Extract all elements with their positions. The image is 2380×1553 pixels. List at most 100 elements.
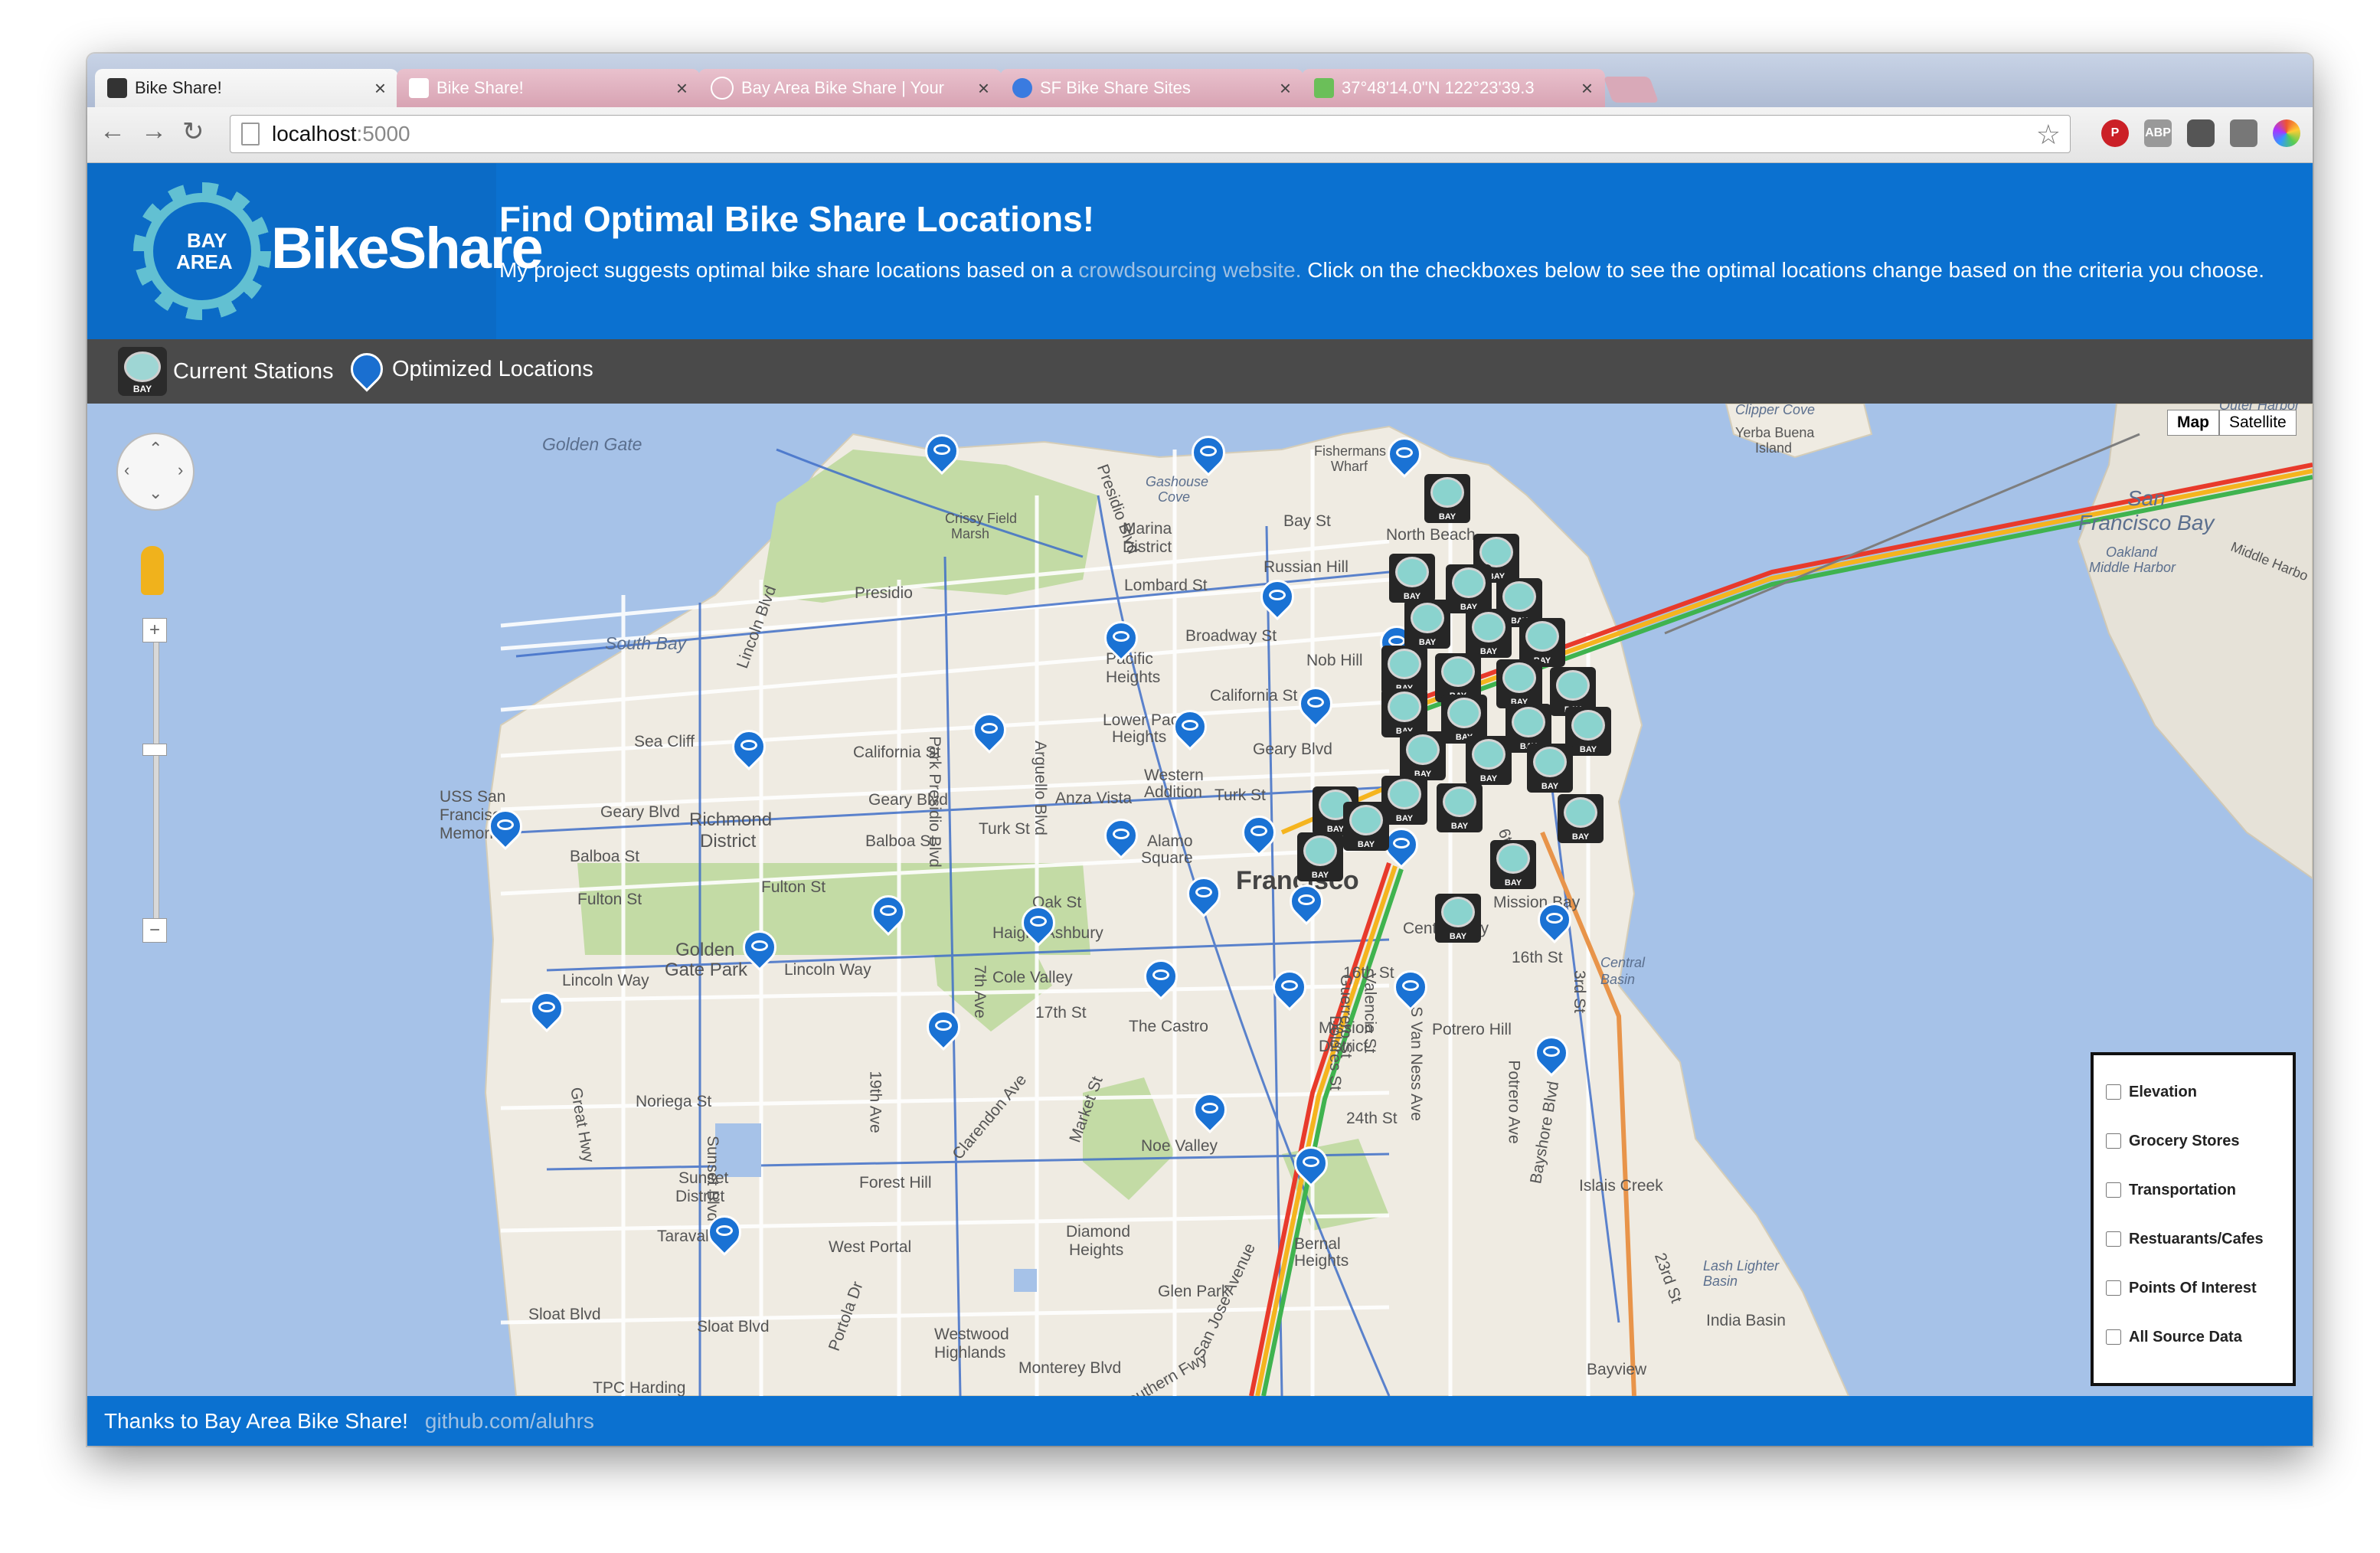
- close-icon[interactable]: ×: [1280, 77, 1291, 100]
- optimized-location-pin[interactable]: [732, 730, 769, 767]
- optimized-location-pin[interactable]: [1173, 710, 1210, 747]
- zoom-out-button[interactable]: −: [142, 918, 167, 943]
- color-wheel-icon[interactable]: [2273, 119, 2300, 147]
- github-link[interactable]: github.com/aluhrs: [425, 1409, 594, 1434]
- tab-bike-share-2[interactable]: Bike Share! ×: [397, 69, 700, 107]
- optimized-location-pin[interactable]: [1192, 436, 1228, 472]
- reload-icon[interactable]: ↻: [182, 116, 204, 147]
- transportation-label[interactable]: Transportation: [2129, 1182, 2236, 1199]
- bookmark-star-icon[interactable]: ☆: [2036, 119, 2061, 151]
- all-source-data-label[interactable]: All Source Data: [2129, 1329, 2242, 1346]
- optimized-location-pin[interactable]: [1104, 819, 1141, 855]
- map-type-satellite-button[interactable]: Satellite: [2219, 410, 2297, 436]
- tab-google-maps-coords[interactable]: 37°48'14.0"N 122°23'39.3 ×: [1302, 69, 1605, 107]
- current-station-marker[interactable]: [1400, 731, 1446, 780]
- elevation-label[interactable]: Elevation: [2129, 1084, 2197, 1101]
- optimized-location-pin[interactable]: [973, 713, 1009, 750]
- optimized-location-pin[interactable]: [1290, 884, 1326, 921]
- optimized-location-pin[interactable]: [1260, 580, 1297, 616]
- optimized-location-pin[interactable]: [925, 434, 962, 471]
- all-source-data-checkbox[interactable]: [2106, 1329, 2121, 1345]
- tab-bike-share-1[interactable]: Bike Share! ×: [95, 69, 398, 107]
- transportation-checkbox[interactable]: [2106, 1182, 2121, 1198]
- optimized-location-pin[interactable]: [1187, 877, 1224, 914]
- grocery-stores-label[interactable]: Grocery Stores: [2129, 1133, 2240, 1150]
- close-icon[interactable]: ×: [374, 77, 386, 100]
- evernote-icon[interactable]: [2187, 119, 2215, 147]
- current-station-marker[interactable]: [1466, 609, 1512, 658]
- map-type-map-button[interactable]: Map: [2167, 410, 2219, 436]
- adblock-icon[interactable]: ABP: [2144, 119, 2172, 147]
- optimized-location-pin[interactable]: [871, 895, 908, 932]
- current-station-marker[interactable]: [1490, 840, 1536, 889]
- optimized-location-pin[interactable]: [1104, 621, 1141, 658]
- optimized-location-pin[interactable]: [530, 992, 567, 1028]
- pan-left-icon[interactable]: ‹: [124, 460, 129, 480]
- optimized-location-pin[interactable]: [1385, 828, 1421, 865]
- new-tab-button[interactable]: [1603, 77, 1659, 103]
- crowdsourcing-link[interactable]: crowdsourcing website.: [1078, 258, 1301, 282]
- current-station-marker[interactable]: [1389, 554, 1435, 603]
- points-of-interest-checkbox[interactable]: [2106, 1280, 2121, 1296]
- optimized-location-pin[interactable]: [1242, 816, 1279, 852]
- optimized-location-pin[interactable]: [1388, 437, 1424, 474]
- forward-icon[interactable]: →: [141, 116, 167, 146]
- label-nob-hill: Nob Hill: [1306, 652, 1363, 669]
- close-icon[interactable]: ×: [978, 77, 989, 100]
- optimized-location-pin[interactable]: [1022, 906, 1058, 943]
- pan-up-icon[interactable]: ⌃: [149, 439, 162, 459]
- optimized-location-pin[interactable]: [1144, 960, 1181, 996]
- loading-icon: [711, 77, 734, 100]
- current-station-marker[interactable]: [1435, 894, 1481, 943]
- zoom-slider-handle[interactable]: [142, 744, 167, 756]
- optimized-location-pin[interactable]: [1538, 903, 1574, 940]
- label-lash-1: Lash Lighter: [1703, 1258, 1780, 1273]
- current-station-marker[interactable]: [1404, 600, 1450, 649]
- optimized-location-pin[interactable]: [1294, 1146, 1331, 1183]
- tab-sf-bike-share-sites[interactable]: SF Bike Share Sites ×: [1000, 69, 1303, 107]
- optimized-location-pin[interactable]: [1193, 1093, 1230, 1130]
- current-station-marker[interactable]: [1343, 802, 1389, 851]
- current-station-marker[interactable]: [1446, 564, 1492, 613]
- grocery-stores-checkbox[interactable]: [2106, 1133, 2121, 1149]
- pan-control[interactable]: ⌃ ⌄ ‹ ›: [116, 433, 195, 511]
- wrench-icon[interactable]: [2230, 119, 2257, 147]
- restaurants-cafes-label[interactable]: Restuarants/Cafes: [2129, 1231, 2264, 1248]
- restaurants-cafes-checkbox[interactable]: [2106, 1231, 2121, 1247]
- street-view-pegman-icon[interactable]: [141, 546, 164, 595]
- optimized-location-pin[interactable]: [1273, 970, 1309, 1007]
- current-station-marker[interactable]: [1424, 474, 1470, 523]
- footer-thanks: Thanks to Bay Area Bike Share!: [104, 1408, 408, 1433]
- close-icon[interactable]: ×: [1581, 77, 1593, 100]
- map[interactable]: Golden Gate South Bay Sea Cliff USS San …: [87, 404, 2313, 1396]
- address-bar[interactable]: localhost :5000 ☆: [230, 115, 2071, 153]
- pinterest-icon[interactable]: P: [2101, 119, 2129, 147]
- label-gashouse-1: Gashouse: [1146, 474, 1209, 489]
- current-station-marker[interactable]: [1381, 646, 1427, 695]
- optimized-location-pin[interactable]: [489, 809, 525, 846]
- current-station-marker[interactable]: [1437, 783, 1483, 832]
- label-forest-hill: Forest Hill: [859, 1174, 932, 1192]
- optimized-location-pin[interactable]: [927, 1010, 963, 1047]
- current-station-marker[interactable]: [1558, 794, 1604, 843]
- points-of-interest-label[interactable]: Points Of Interest: [2129, 1280, 2257, 1297]
- pan-right-icon[interactable]: ›: [178, 460, 183, 480]
- current-station-marker[interactable]: [1297, 832, 1343, 881]
- tab-bay-area-bike-share[interactable]: Bay Area Bike Share | Your ×: [698, 69, 1002, 107]
- current-station-marker[interactable]: [1527, 744, 1573, 793]
- current-station-marker[interactable]: [1466, 736, 1512, 785]
- zoom-slider-track[interactable]: [153, 630, 159, 938]
- back-icon[interactable]: ←: [100, 116, 126, 146]
- elevation-checkbox[interactable]: [2106, 1084, 2121, 1100]
- current-station-marker[interactable]: [1496, 659, 1542, 708]
- bike-share-logo[interactable]: BAY AREA BikeShare: [87, 163, 544, 339]
- optimized-location-pin[interactable]: [708, 1215, 744, 1252]
- zoom-in-button[interactable]: +: [142, 618, 167, 642]
- close-icon[interactable]: ×: [676, 77, 688, 100]
- optimized-location-pin[interactable]: [1394, 970, 1430, 1007]
- pan-down-icon[interactable]: ⌄: [149, 483, 162, 503]
- optimized-location-pin[interactable]: [1299, 687, 1335, 724]
- current-station-marker[interactable]: [1381, 688, 1427, 737]
- optimized-location-pin[interactable]: [1535, 1036, 1571, 1073]
- optimized-location-pin[interactable]: [743, 930, 780, 967]
